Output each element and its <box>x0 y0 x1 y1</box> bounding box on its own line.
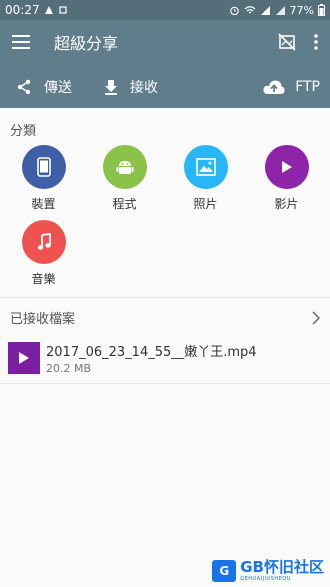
received-files-title: 已接收檔案 <box>10 312 76 327</box>
watermark-box: G <box>212 560 237 582</box>
music-icon <box>37 233 51 250</box>
status-bar: 00:27 77% <box>0 0 330 20</box>
ftp-button[interactable]: FTP <box>263 79 320 95</box>
data-icon <box>58 6 67 14</box>
play-icon <box>19 352 29 364</box>
chevron-right-icon <box>312 310 320 325</box>
category-label: 音樂 <box>31 272 56 286</box>
file-name: 2017_06_23_14_55__嫩丫王.mp4 <box>46 345 257 360</box>
file-item[interactable]: 2017_06_23_14_55__嫩丫王.mp4 20.2 MB <box>0 335 330 384</box>
category-music[interactable]: 音樂 <box>3 220 84 287</box>
phone-icon <box>36 157 51 177</box>
app-bar: 超級分享 <box>0 20 330 64</box>
ftp-label: FTP <box>295 78 320 95</box>
status-time: 00:27 <box>5 3 40 17</box>
received-files-header[interactable]: 已接收檔案 <box>0 297 330 335</box>
category-label: 程式 <box>112 197 137 211</box>
wifi-icon <box>244 5 255 13</box>
category-label: 影片 <box>274 197 299 211</box>
menu-icon[interactable] <box>12 35 30 49</box>
battery-icon <box>318 4 325 16</box>
receive-label: 接收 <box>130 79 158 96</box>
no-image-icon[interactable] <box>278 33 296 51</box>
android-icon <box>116 161 133 174</box>
battery-percent: 77% <box>289 3 314 17</box>
watermark-subtext: GEHUAIJIUSHEQU <box>240 576 291 582</box>
category-device[interactable]: 裝置 <box>3 145 84 212</box>
category-photos[interactable]: 照片 <box>165 145 246 212</box>
send-label: 傳送 <box>44 79 72 96</box>
categories-title: 分類 <box>10 124 37 139</box>
category-grid: 裝置 程式 照片 影片 音樂 <box>0 145 330 295</box>
cloud-upload-icon <box>263 79 285 94</box>
download-icon <box>105 79 117 95</box>
receive-button[interactable]: 接收 <box>104 77 158 97</box>
signal-icon-2 <box>275 5 285 15</box>
warning-icon <box>44 6 53 14</box>
file-size: 20.2 MB <box>46 362 92 375</box>
share-icon <box>17 79 31 94</box>
category-apps[interactable]: 程式 <box>84 145 165 212</box>
image-icon <box>195 158 216 176</box>
send-button[interactable]: 傳送 <box>16 77 72 97</box>
watermark-text: GB怀旧社区 <box>240 558 324 576</box>
category-videos[interactable]: 影片 <box>246 145 327 212</box>
app-title: 超級分享 <box>54 34 119 53</box>
more-vert-icon[interactable] <box>314 34 318 50</box>
watermark-logo: G GB怀旧社区 GEHUAIJIUSHEQU <box>212 560 324 582</box>
category-label: 裝置 <box>31 197 56 211</box>
video-thumbnail <box>8 342 40 374</box>
category-label: 照片 <box>193 197 218 211</box>
action-bar: 傳送 接收 FTP <box>0 64 330 108</box>
play-icon <box>281 161 292 173</box>
signal-icon <box>260 5 270 15</box>
alarm-icon <box>229 6 239 15</box>
